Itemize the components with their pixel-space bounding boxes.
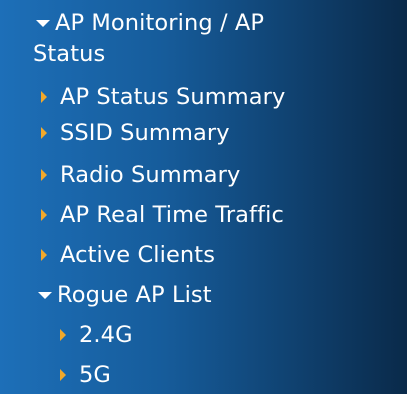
nav-item-ap-real-time-traffic[interactable]: AP Real Time Traffic (41, 200, 284, 230)
nav-item-ssid-summary[interactable]: SSID Summary (41, 118, 230, 148)
caret-down-icon (36, 19, 50, 27)
caret-right-icon (60, 329, 66, 341)
nav-item-ap-status-summary[interactable]: AP Status Summary (41, 82, 285, 112)
caret-down-icon (38, 291, 52, 299)
caret-right-icon (41, 91, 47, 103)
nav-item-label: AP Real Time Traffic (60, 202, 284, 228)
nav-item-label: Rogue AP List (57, 282, 212, 308)
caret-right-icon (41, 209, 47, 221)
nav-item-radio-summary[interactable]: Radio Summary (41, 160, 240, 190)
nav-section-ap-monitoring[interactable]: AP Monitoring / AP (36, 8, 264, 38)
nav-item-rogue-2-4g[interactable]: 2.4G (60, 320, 133, 350)
nav-item-active-clients[interactable]: Active Clients (41, 240, 215, 270)
section-title-line2: Status (33, 41, 106, 67)
nav-item-label: Radio Summary (60, 162, 241, 188)
nav-item-label: 2.4G (79, 322, 133, 348)
nav-item-label: Active Clients (60, 242, 216, 268)
section-title-line1: AP Monitoring / AP (55, 10, 265, 36)
nav-item-label: AP Status Summary (60, 84, 286, 110)
caret-right-icon (60, 369, 66, 381)
caret-right-icon (41, 169, 47, 181)
caret-right-icon (41, 127, 47, 139)
ap-monitoring-nav-panel: AP Monitoring / AP Status AP Status Summ… (0, 0, 407, 394)
nav-item-rogue-ap-list[interactable]: Rogue AP List (38, 280, 212, 310)
nav-item-label: 5G (79, 362, 111, 388)
nav-item-label: SSID Summary (60, 120, 230, 146)
caret-right-icon (41, 249, 47, 261)
nav-section-ap-monitoring-cont[interactable]: Status (33, 39, 105, 69)
nav-item-rogue-5g[interactable]: 5G (60, 360, 111, 390)
